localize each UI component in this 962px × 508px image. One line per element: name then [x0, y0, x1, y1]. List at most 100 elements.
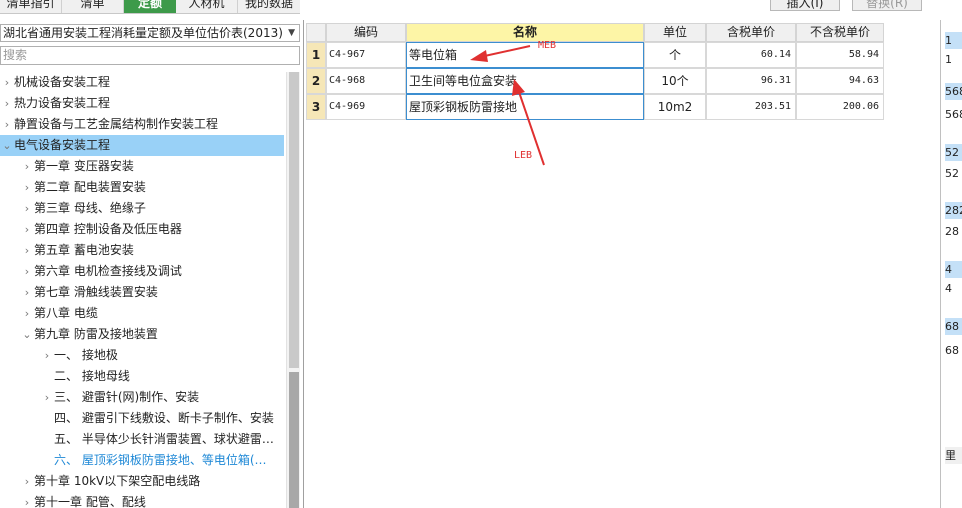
tree-node[interactable]: 二、 接地母线 [0, 366, 130, 387]
right-panel-value: 1 [945, 53, 952, 66]
row-unit[interactable]: 个 [644, 42, 706, 68]
tree-node[interactable]: › 热力设备安装工程 [0, 93, 110, 114]
tree-node[interactable]: › 第八章 电缆 [0, 303, 98, 324]
row-number: 2 [306, 68, 326, 94]
row-price-notax[interactable]: 94.63 [796, 68, 884, 94]
chevron-down-icon[interactable]: ⌄ [20, 324, 34, 345]
chevron-right-icon[interactable]: › [0, 114, 14, 135]
chevron-right-icon[interactable]: › [20, 198, 34, 219]
chevron-right-icon[interactable]: › [20, 303, 34, 324]
tree-node[interactable]: › 第三章 母线、绝缘子 [0, 198, 146, 219]
tree-node[interactable]: › 机械设备安装工程 [0, 72, 110, 93]
tree-node[interactable]: › 第七章 滑触线装置安装 [0, 282, 158, 303]
grid-header-code[interactable]: 编码 [326, 23, 406, 42]
right-panel-value: 282 [945, 202, 962, 219]
tree-node[interactable]: › 一、 接地极 [0, 345, 118, 366]
replace-button[interactable]: 替换(R) [852, 0, 922, 11]
tree-node-label: 电气设备安装工程 [14, 138, 111, 152]
tree-node[interactable]: › 静置设备与工艺金属结构制作安装工程 [0, 114, 218, 135]
tree-node[interactable]: › 三、 避雷针(网)制作、安装 [0, 387, 199, 408]
tree-node[interactable]: ⌄ 第九章 防雷及接地装置 [0, 324, 157, 345]
chevron-right-icon[interactable]: › [40, 387, 54, 408]
chevron-right-icon[interactable]: › [20, 177, 34, 198]
tree-node[interactable]: 五、 半导体少长针消雷装置、球状避雷… [0, 429, 274, 450]
grid-header-unit[interactable]: 单位 [644, 23, 706, 42]
row-code[interactable]: C4-968 [326, 68, 406, 94]
tree-node[interactable]: › 第四章 控制设备及低压电器 [0, 219, 182, 240]
tree-scrollbar[interactable] [286, 72, 300, 508]
chevron-right-icon[interactable]: › [0, 72, 14, 93]
row-code[interactable]: C4-969 [326, 94, 406, 120]
right-panel-value: 68 [945, 318, 962, 335]
tree-node[interactable]: 六、 屋顶彩钢板防雷接地、等电位箱(… [0, 450, 267, 471]
tree-node-label: 第五章 蓄电池安装 [34, 243, 134, 257]
scrollbar-track [289, 372, 299, 508]
grid-header-price-notax[interactable]: 不含税单价 [796, 23, 884, 42]
tree-node-label: 第七章 滑触线装置安装 [34, 285, 158, 299]
right-panel-value: 1 [945, 32, 962, 49]
tab-list[interactable]: 清单 [62, 0, 124, 13]
chevron-down-icon: ▼ [288, 28, 295, 38]
annotation-meb: MEB [538, 40, 557, 51]
right-panel-value: 52 [945, 167, 959, 180]
grid-header-name[interactable]: 名称 [406, 23, 644, 42]
insert-button[interactable]: 插入(I) [770, 0, 840, 11]
right-panel-value: 4 [945, 282, 952, 295]
tree-node-label: 四、 避雷引下线敷设、断卡子制作、安装 [54, 411, 274, 425]
quota-grid-panel: 编码 名称 单位 含税单价 不含税单价 1 C4-967 等电位箱 个 60.1… [303, 20, 940, 508]
tree-node-label: 第八章 电缆 [34, 306, 98, 320]
chevron-right-icon[interactable]: › [20, 240, 34, 261]
row-price-tax[interactable]: 60.14 [706, 42, 796, 68]
database-select-value: 湖北省通用安装工程消耗量定额及单位估价表(2013) [3, 26, 283, 40]
row-unit[interactable]: 10m2 [644, 94, 706, 120]
tab-quota[interactable]: 定额 [124, 0, 176, 13]
chevron-right-icon[interactable]: › [20, 219, 34, 240]
right-panel-value: 52 [945, 144, 962, 161]
tree-node[interactable]: ⌄ 电气设备安装工程 [0, 135, 284, 156]
row-price-notax[interactable]: 58.94 [796, 42, 884, 68]
row-name[interactable]: 等电位箱 [406, 42, 644, 68]
row-name[interactable]: 卫生间等电位盒安装 [406, 68, 644, 94]
tab-labor-material-machine[interactable]: 人材机 [176, 0, 238, 13]
tree-node-label: 机械设备安装工程 [14, 75, 111, 89]
right-panel-value: 568 [945, 83, 962, 100]
tree-node[interactable]: › 第十一章 配管、配线 [0, 492, 146, 508]
tree-node[interactable]: › 第六章 电机检查接线及调试 [0, 261, 182, 282]
chevron-right-icon[interactable]: › [20, 492, 34, 508]
chevron-right-icon[interactable]: › [20, 156, 34, 177]
right-panel-value: 里 [945, 447, 962, 464]
tab-list-guide[interactable]: 清单指引 [0, 0, 62, 13]
chevron-right-icon[interactable]: › [40, 345, 54, 366]
scrollbar-thumb[interactable] [289, 72, 299, 368]
row-price-tax[interactable]: 203.51 [706, 94, 796, 120]
grid-header-price-tax[interactable]: 含税单价 [706, 23, 796, 42]
tree-node-label: 第十一章 配管、配线 [34, 495, 146, 508]
database-select[interactable]: 湖北省通用安装工程消耗量定额及单位估价表(2013) ▼ [0, 24, 300, 42]
tree-node[interactable]: 四、 避雷引下线敷设、断卡子制作、安装 [0, 408, 274, 429]
row-price-tax[interactable]: 96.31 [706, 68, 796, 94]
row-name[interactable]: 屋顶彩钢板防雷接地 [406, 94, 644, 120]
tree-node-label: 静置设备与工艺金属结构制作安装工程 [14, 117, 219, 131]
search-input[interactable]: 搜索 [0, 46, 300, 65]
row-price-notax[interactable]: 200.06 [796, 94, 884, 120]
chevron-right-icon[interactable]: › [20, 261, 34, 282]
annotation-leb: LEB [514, 150, 533, 161]
tab-my-data[interactable]: 我的数据 [238, 0, 300, 13]
tree-node[interactable]: › 第五章 蓄电池安装 [0, 240, 134, 261]
row-number: 1 [306, 42, 326, 68]
chevron-right-icon[interactable]: › [20, 471, 34, 492]
tree-node[interactable]: › 第十章 10kV以下架空配电线路 [0, 471, 200, 492]
row-code[interactable]: C4-967 [326, 42, 406, 68]
chevron-right-icon[interactable]: › [20, 282, 34, 303]
tree-node[interactable]: › 第一章 变压器安装 [0, 156, 134, 177]
chevron-down-icon[interactable]: ⌄ [0, 135, 14, 156]
row-unit[interactable]: 10个 [644, 68, 706, 94]
tree-node-label: 第一章 变压器安装 [34, 159, 134, 173]
right-panel-value: 68 [945, 344, 959, 357]
chevron-right-icon[interactable]: › [0, 93, 14, 114]
tree-node-label: 二、 接地母线 [54, 369, 130, 383]
tree-node-label: 第六章 电机检查接线及调试 [34, 264, 182, 278]
tree-node-label: 三、 避雷针(网)制作、安装 [54, 390, 200, 404]
tree-node-label: 第二章 配电装置安装 [34, 180, 146, 194]
tree-node[interactable]: › 第二章 配电装置安装 [0, 177, 146, 198]
